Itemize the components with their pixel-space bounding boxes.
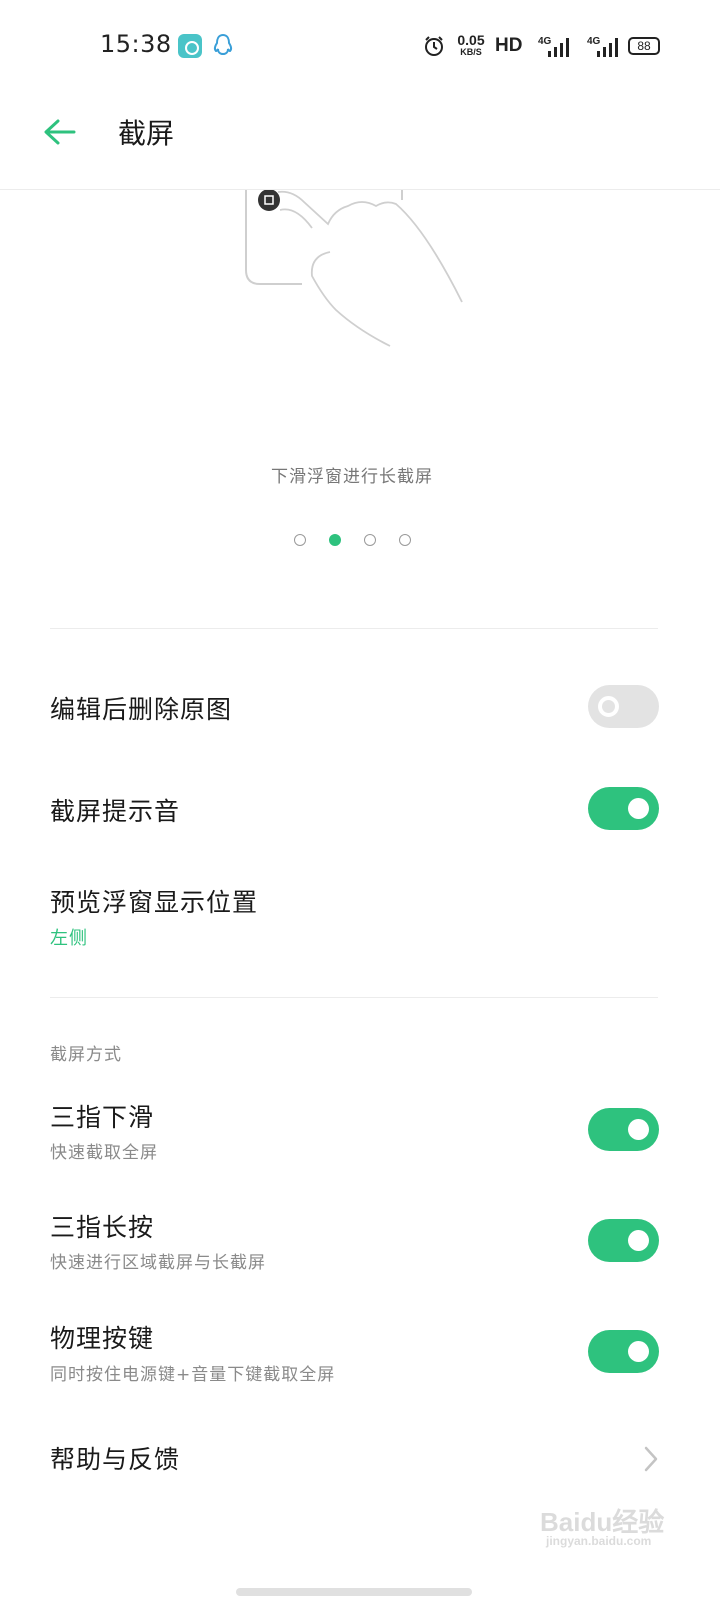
carousel-dot[interactable] — [399, 534, 411, 546]
net-speed-unit: KB/S — [460, 47, 482, 57]
divider — [50, 628, 658, 629]
carousel-page-indicator[interactable] — [290, 532, 420, 548]
three-finger-press-toggle[interactable] — [588, 1219, 659, 1262]
home-indicator[interactable] — [236, 1588, 472, 1596]
net-speed-value: 0.05 — [457, 32, 485, 48]
page-title: 截屏 — [118, 117, 175, 150]
qq-penguin-icon — [213, 33, 233, 56]
baidu-watermark: Baidu经验 jingyan.baidu.com — [540, 1490, 670, 1550]
app-header: 截屏 — [0, 92, 720, 190]
carousel-caption: 下滑浮窗进行长截屏 — [271, 467, 433, 487]
three-finger-swipe-toggle[interactable] — [588, 1108, 659, 1151]
screenshot-sound-toggle[interactable] — [588, 787, 659, 830]
setting-label: 三指长按 — [50, 1213, 155, 1242]
delete-after-edit-toggle[interactable] — [588, 685, 659, 728]
setting-label: 物理按键 — [50, 1324, 155, 1353]
setting-label: 截屏提示音 — [50, 797, 181, 826]
setting-description: 快速进行区域截屏与长截屏 — [50, 1253, 266, 1273]
toggle-knob — [598, 696, 619, 717]
hd-voice-label: HD — [495, 35, 523, 56]
gesture-illustration — [245, 189, 463, 347]
section-header: 截屏方式 — [50, 1045, 122, 1065]
setting-label: 帮助与反馈 — [50, 1445, 181, 1474]
signal-icon: 4G — [538, 36, 569, 57]
setting-label: 三指下滑 — [50, 1103, 155, 1132]
divider — [50, 997, 658, 998]
status-bar: 15:38 0.05 KB/S HD 4G 4G 88 — [0, 0, 720, 92]
toggle-knob — [628, 1341, 649, 1362]
setting-value: 左侧 — [50, 928, 88, 949]
carousel-dot[interactable] — [364, 534, 376, 546]
setting-description: 同时按住电源键+音量下键截取全屏 — [50, 1365, 336, 1385]
toggle-knob — [628, 1119, 649, 1140]
watermark-site: jingyan.baidu.com — [546, 1534, 652, 1548]
signal-2-label: 4G — [587, 36, 601, 47]
net-speed: 0.05 KB/S — [454, 33, 488, 58]
alarm-icon — [425, 36, 443, 56]
battery-icon: 88 — [628, 37, 660, 55]
setting-label: 预览浮窗显示位置 — [50, 888, 259, 917]
setting-label: 编辑后删除原图 — [50, 695, 233, 724]
back-arrow-icon[interactable] — [38, 112, 86, 152]
toggle-knob — [628, 1230, 649, 1251]
status-time: 15:38 — [100, 30, 172, 58]
carousel-dot[interactable] — [294, 534, 306, 546]
chevron-right-icon — [644, 1446, 658, 1472]
signal-icon: 4G — [587, 36, 618, 57]
notification-app-icon — [178, 34, 202, 58]
signal-1-label: 4G — [538, 36, 552, 47]
carousel-dot-active[interactable] — [329, 534, 341, 546]
physical-keys-toggle[interactable] — [588, 1330, 659, 1373]
setting-description: 快速截取全屏 — [50, 1143, 158, 1163]
toggle-knob — [628, 798, 649, 819]
